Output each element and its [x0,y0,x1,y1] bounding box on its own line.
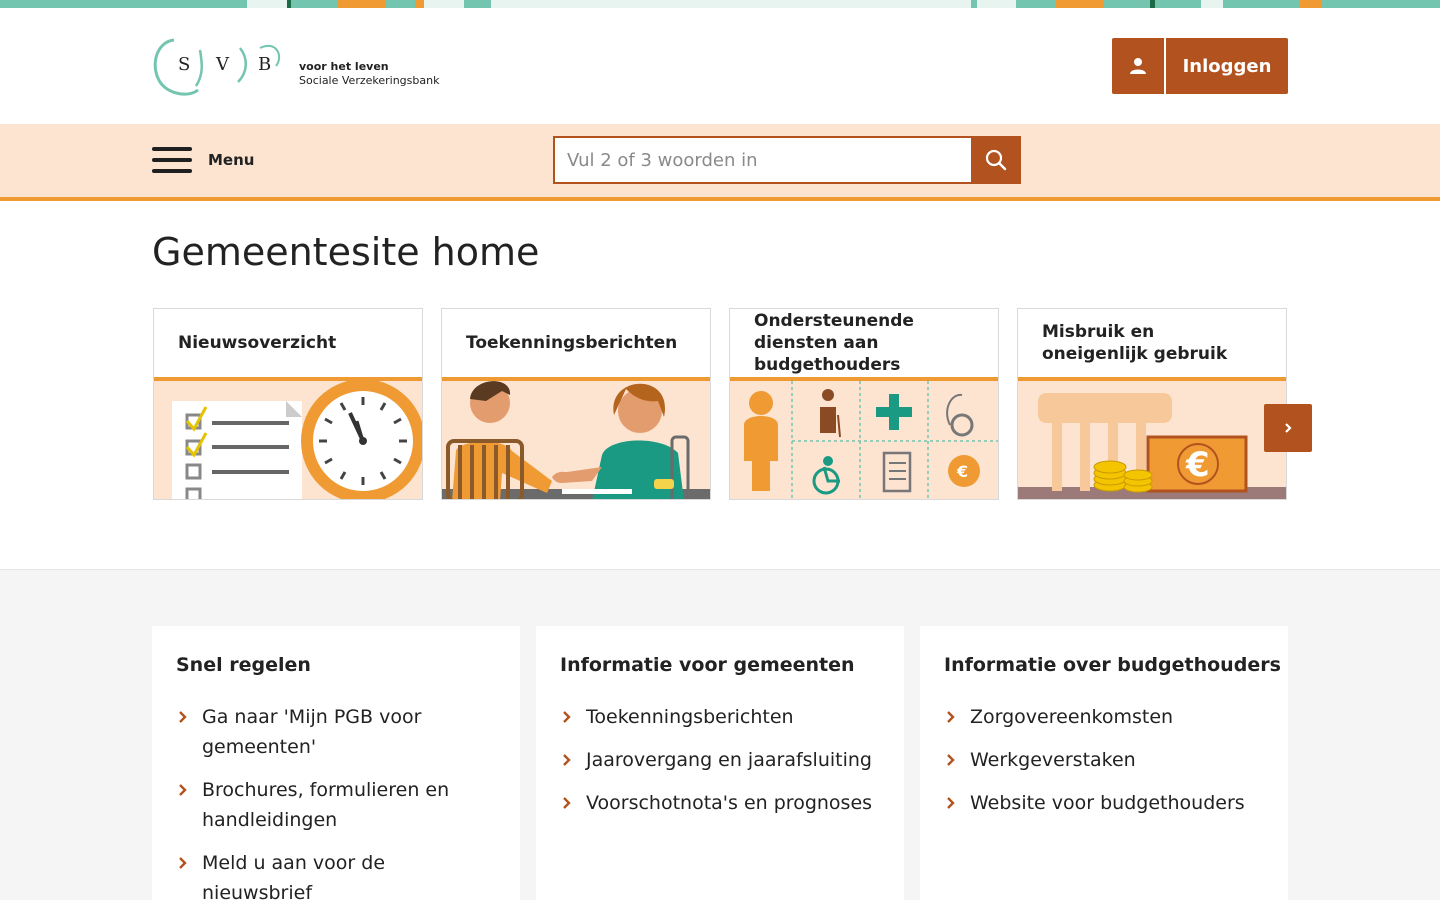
clock-checklist-illustration [154,381,422,499]
svg-text:€: € [1185,445,1210,485]
panel-title: Informatie over budgethouders [944,654,1281,676]
chevron-right-icon [179,784,187,796]
chevron-right-icon [563,797,571,809]
chevron-right-icon [947,754,955,766]
link-mijn-pgb[interactable]: Ga naar 'Mijn PGB voor gemeenten' [176,702,496,762]
card-ondersteunende-diensten[interactable]: Ondersteunende diensten aan budgethouder… [729,308,999,500]
login-label: Inloggen [1182,55,1272,77]
site-header: S V B voor het leven Sociale Verzekering… [0,8,1440,124]
search-button[interactable] [971,136,1021,184]
card-title: Ondersteunende diensten aan budgethouder… [754,311,914,375]
panel-title: Snel regelen [176,654,311,676]
chevron-right-icon [1285,423,1292,433]
chevron-right-icon [947,711,955,723]
svg-text:V: V [215,54,230,75]
login-button[interactable]: Inloggen [1112,38,1288,94]
chevron-right-icon [563,711,571,723]
menu-button[interactable]: Menu [152,144,254,176]
logo-org-name: Sociale Verzekeringsbank [299,74,440,87]
card-toekenningsberichten[interactable]: Toekenningsberichten [441,308,711,500]
logo-tagline: voor het leven [299,60,389,73]
card-misbruik[interactable]: Misbruik en oneigenlijk gebruik € [1017,308,1287,500]
hamburger-icon [152,147,192,173]
card-title: Toekenningsberichten [466,333,678,353]
card-title: Misbruik en oneigenlijk gebruik [1042,322,1228,364]
nav-bar: Menu [0,124,1440,201]
chevron-right-icon [947,797,955,809]
user-icon [1112,38,1166,94]
decorative-color-strip [0,0,1440,8]
link-nieuwsbrief[interactable]: Meld u aan voor de nieuwsbrief [176,848,496,900]
card-title: Nieuwsoverzicht [178,333,337,353]
panel-title: Informatie voor gemeenten [560,654,855,676]
search-icon [985,149,1007,171]
svg-text:B: B [258,54,271,75]
card-nieuwsoverzicht[interactable]: Nieuwsoverzicht [153,308,423,500]
carousel-next-button[interactable] [1264,404,1312,452]
link-jaarovergang[interactable]: Jaarovergang en jaarafsluiting [560,745,880,775]
money-illustration: € [1018,381,1286,499]
link-zorgovereenkomsten[interactable]: Zorgovereenkomsten [944,702,1264,732]
svg-text:€: € [956,462,968,481]
svb-logo-mark: S V B [153,38,281,96]
link-website-budgethouders[interactable]: Website voor budgethouders [944,788,1264,818]
svb-logo[interactable]: S V B voor het leven Sociale Verzekering… [152,36,452,98]
page-title: Gemeentesite home [152,230,540,274]
link-werkgeverstaken[interactable]: Werkgeverstaken [944,745,1264,775]
panel-informatie-budgethouders: Informatie over budgethouders Zorgoveree… [920,626,1288,900]
link-voorschotnotas[interactable]: Voorschotnota's en prognoses [560,788,880,818]
search-input[interactable] [553,136,973,184]
panel-informatie-gemeenten: Informatie voor gemeenten Toekenningsber… [536,626,904,900]
chevron-right-icon [179,857,187,869]
svg-text:S: S [178,54,190,75]
menu-label: Menu [208,151,255,169]
link-brochures[interactable]: Brochures, formulieren en handleidingen [176,775,496,835]
chevron-right-icon [563,754,571,766]
handshake-illustration [442,381,710,499]
chevron-right-icon [179,711,187,723]
support-services-illustration: € [730,381,998,499]
link-toekenningsberichten[interactable]: Toekenningsberichten [560,702,880,732]
panel-snel-regelen: Snel regelen Ga naar 'Mijn PGB voor geme… [152,626,520,900]
